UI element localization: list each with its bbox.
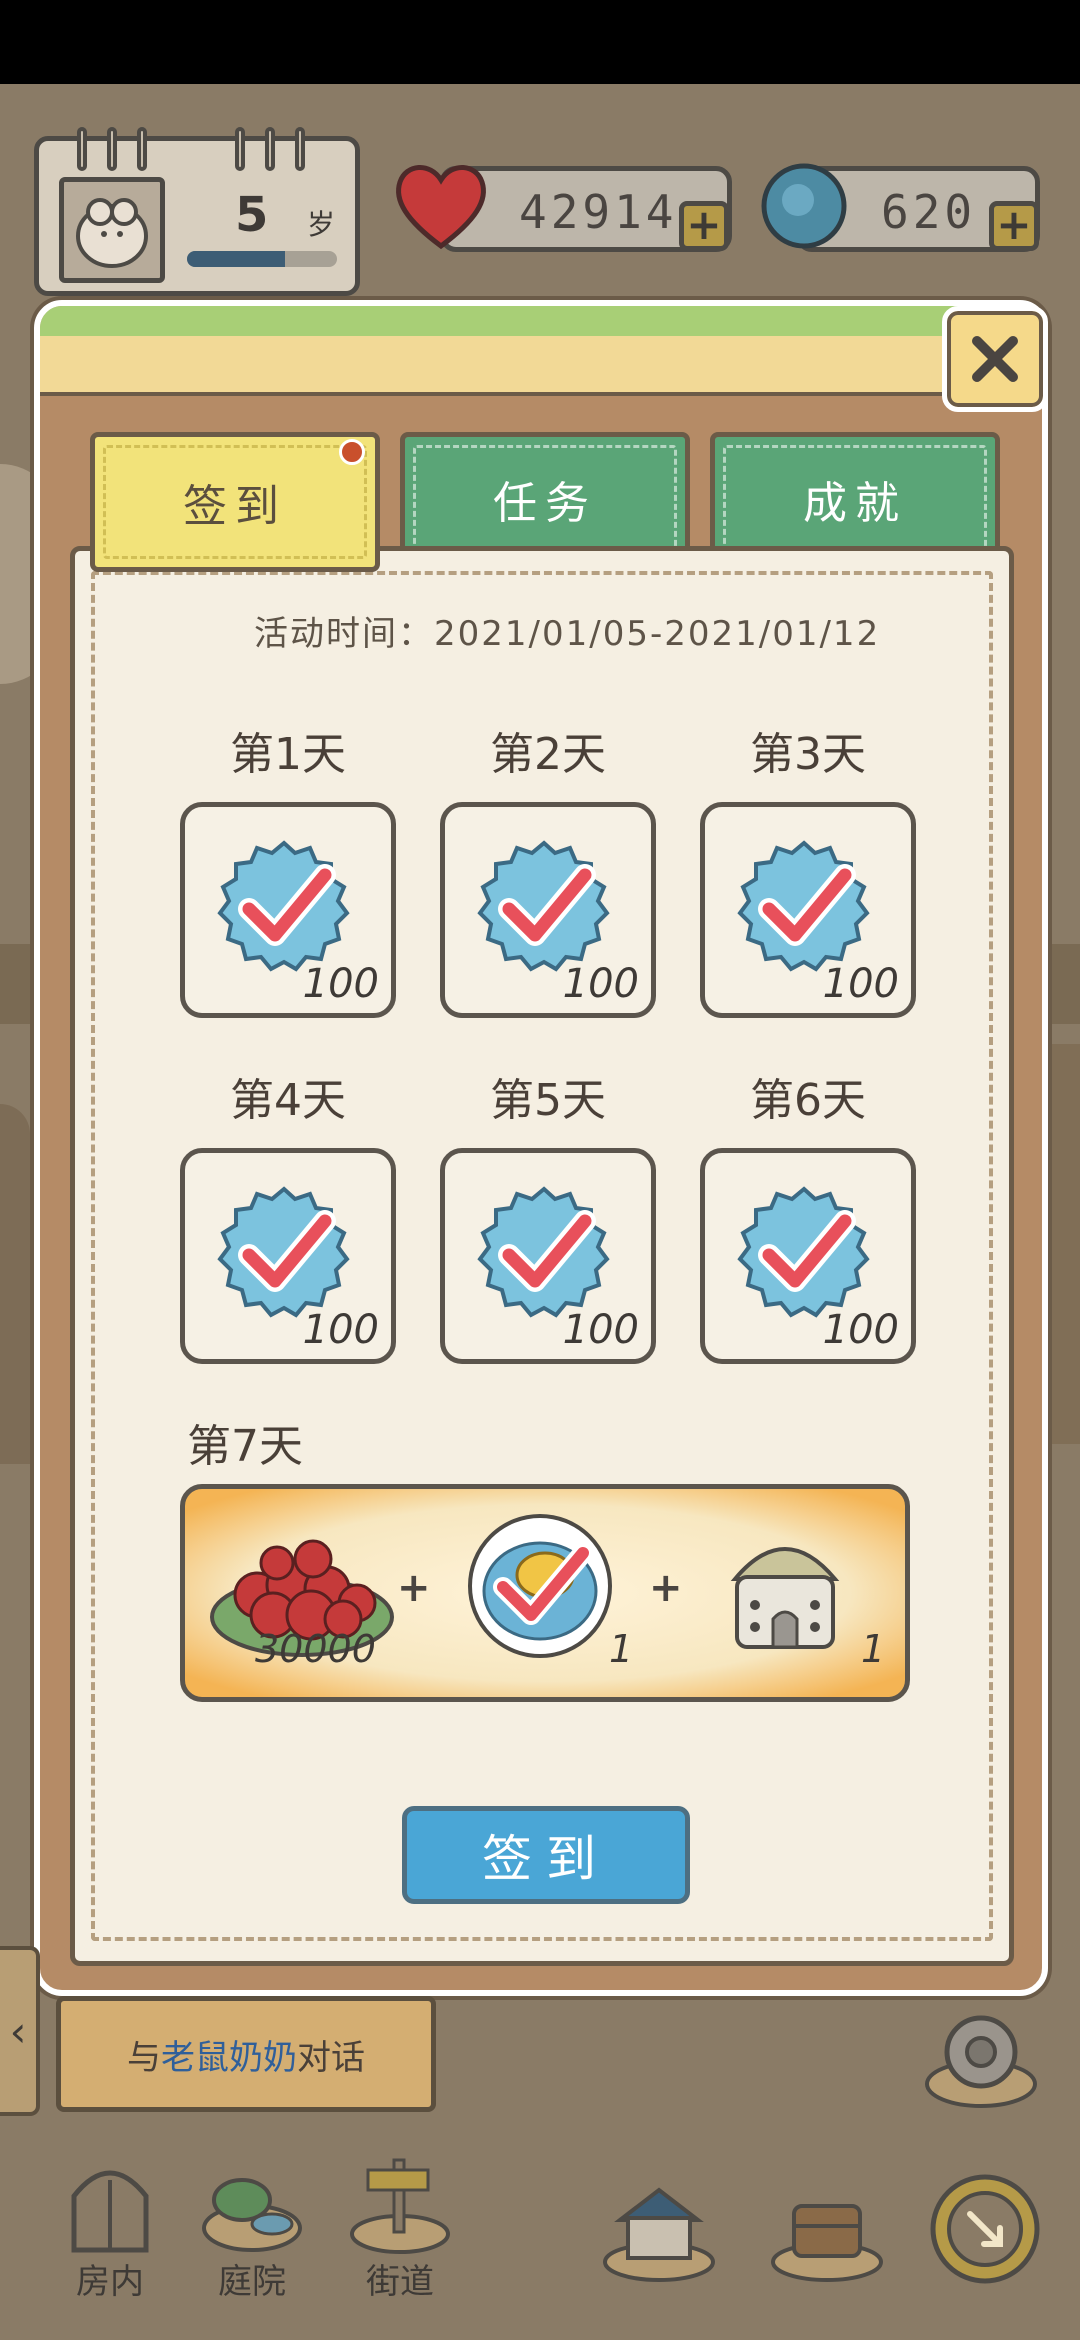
- reward-qty: 30000: [255, 1627, 376, 1671]
- add-caps-button[interactable]: +: [989, 201, 1039, 251]
- status-bar: [0, 0, 1080, 84]
- quest-banner[interactable]: 与 老鼠奶奶 对话: [56, 1996, 436, 2112]
- tab-signin[interactable]: 签到: [90, 432, 380, 572]
- garden-icon: [202, 2178, 302, 2252]
- day-reward-card[interactable]: 100: [440, 1148, 656, 1364]
- caps-value: 620: [881, 185, 977, 239]
- reward-amount: 100: [822, 961, 899, 1007]
- reward-amount: 100: [822, 1307, 899, 1353]
- day-reward-card[interactable]: 100: [180, 1148, 396, 1364]
- day-label: 第3天: [750, 729, 866, 780]
- quest-npc-name: 老鼠奶奶: [161, 2037, 297, 2078]
- nav-street-label: 街道: [366, 2262, 434, 2302]
- age-progress-bar: [187, 251, 337, 267]
- day-label: 第5天: [490, 1075, 606, 1126]
- day-reward-card[interactable]: 100: [180, 802, 396, 1018]
- day-label: 第4天: [230, 1075, 346, 1126]
- day-reward-card[interactable]: 100: [700, 1148, 916, 1364]
- egg-plate-icon: [468, 1514, 612, 1658]
- day7-reward-card[interactable]: 30000 + 1 + 1: [180, 1484, 910, 1702]
- settings-gear-icon[interactable]: [922, 1996, 1040, 2114]
- compass-icon[interactable]: [926, 2170, 1044, 2288]
- signpost-icon: [350, 2158, 450, 2254]
- reward-amount: 100: [562, 1307, 639, 1353]
- day-reward-card[interactable]: 100: [440, 802, 656, 1018]
- quest-prefix: 与: [127, 2037, 161, 2078]
- day-label: 第6天: [750, 1075, 866, 1126]
- reward-amount: 100: [302, 1307, 379, 1353]
- nav-indoor[interactable]: 房内: [40, 2150, 180, 2320]
- back-arrow-button[interactable]: ‹: [0, 1946, 40, 2116]
- close-icon: [972, 336, 1018, 382]
- reward-qty: 1: [861, 1627, 886, 1671]
- notification-badge: [339, 439, 365, 465]
- house-icon: [730, 1547, 840, 1649]
- heart-icon: [396, 165, 486, 250]
- day-label: 第2天: [490, 729, 606, 780]
- day7-label: 第7天: [187, 1421, 303, 1472]
- reward-amount: 100: [302, 961, 379, 1007]
- cap-icon: [761, 163, 847, 249]
- avatar: [59, 177, 165, 283]
- age-progress-fill: [187, 251, 285, 267]
- treasure-chest-icon[interactable]: [768, 2170, 886, 2288]
- age-card[interactable]: 5 岁: [34, 127, 360, 296]
- age-value: 5: [235, 187, 269, 243]
- quest-suffix: 对话: [297, 2037, 365, 2078]
- day-reward-card[interactable]: 100: [700, 802, 916, 1018]
- popup-header-decoration: [40, 306, 1042, 396]
- door-icon: [71, 2170, 149, 2253]
- add-hearts-button[interactable]: +: [679, 201, 729, 251]
- signin-popup: 签到 任务 成就 活动时间：2021/01/05-2021/01/12 第1天 …: [34, 300, 1048, 1996]
- close-button[interactable]: [942, 306, 1048, 412]
- day-label: 第1天: [230, 729, 346, 780]
- nav-street[interactable]: 街道: [330, 2150, 470, 2320]
- event-time: 活动时间：2021/01/05-2021/01/12: [254, 614, 881, 654]
- reward-qty: 1: [609, 1627, 634, 1671]
- nav-garden-label: 庭院: [218, 2262, 286, 2302]
- nav-indoor-label: 房内: [76, 2262, 144, 2302]
- age-unit: 岁: [307, 208, 336, 241]
- nav-garden[interactable]: 庭院: [182, 2150, 322, 2320]
- hearts-value: 42914: [519, 185, 678, 239]
- plus-sign: +: [649, 1565, 683, 1611]
- reward-amount: 100: [562, 961, 639, 1007]
- signin-button[interactable]: 签到: [402, 1806, 690, 1904]
- house-shop-icon[interactable]: [600, 2170, 718, 2288]
- plus-sign: +: [397, 1565, 431, 1611]
